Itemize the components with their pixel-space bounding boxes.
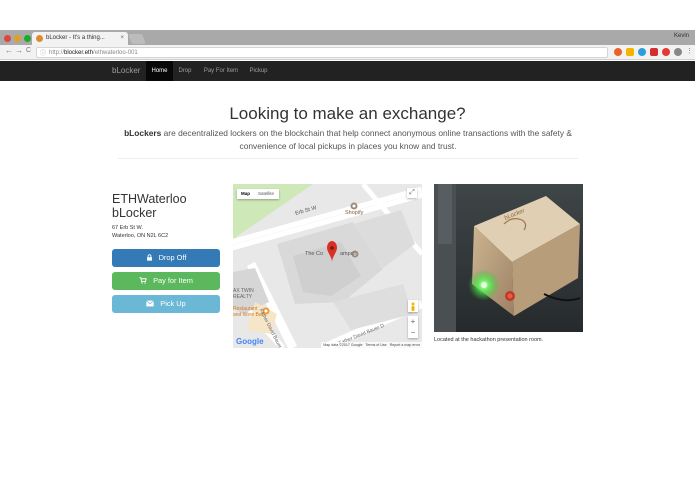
forward-button[interactable]: → (15, 46, 23, 55)
cart-icon (139, 277, 147, 284)
locker-photo: bLocker (434, 184, 583, 332)
locker-name: ETHWaterloo bLocker (112, 192, 187, 220)
tab-close-icon[interactable]: × (120, 32, 124, 45)
extension-pocket-icon[interactable] (662, 48, 670, 56)
pay-for-item-button[interactable]: Pay for Item (112, 272, 220, 290)
zoom-control: + − (408, 316, 418, 338)
locker-photo-image (434, 184, 583, 332)
locker-name-line2: bLocker (112, 206, 157, 220)
extension-chat-icon[interactable] (674, 48, 682, 56)
extension-star-icon[interactable] (626, 48, 634, 56)
place-campus[interactable]: The Co (305, 251, 323, 257)
window-close-icon[interactable] (4, 35, 11, 42)
url-scheme: http:// (49, 50, 65, 56)
map-data-text: Map data ©2017 Google (323, 343, 363, 347)
nav-pickup[interactable]: Pickup (246, 61, 271, 81)
pick-up-button[interactable]: Pick Up (112, 295, 220, 313)
place-campus-end: ampus (340, 251, 357, 257)
google-map[interactable]: Map Satellite ⤢ Erb St W Shopify The Co … (233, 184, 422, 348)
zoom-out-button[interactable]: − (408, 327, 418, 338)
page-margin-top (0, 0, 695, 30)
pay-for-item-label: Pay for Item (153, 276, 193, 285)
fullscreen-icon[interactable]: ⤢ (407, 188, 417, 198)
nav-home[interactable]: Home (146, 61, 173, 81)
url-host: blocker.eth (64, 50, 94, 56)
zoom-in-button[interactable]: + (408, 316, 418, 327)
back-button[interactable]: ← (5, 46, 13, 55)
window-minimize-icon[interactable] (14, 35, 21, 42)
envelope-icon (146, 300, 155, 307)
place-shopify[interactable]: Shopify (345, 210, 363, 216)
address-line1: 67 Erb St W. (112, 225, 143, 231)
extension-fox-icon[interactable] (614, 48, 622, 56)
label-realty: REALTY (233, 294, 253, 300)
hero-subtitle-text: are decentralized lockers on the blockch… (161, 128, 572, 151)
profile-name[interactable]: Kevin (674, 33, 689, 39)
divider (118, 158, 578, 159)
label-restaurant-line2: and Wine Bar (233, 312, 264, 318)
browser-tab[interactable]: bLocker - It's a thing... × (32, 32, 128, 45)
map-attribution-bar: Map data ©2017 Google Terms of Use Repor… (321, 342, 422, 348)
extension-abp-icon[interactable] (650, 48, 658, 56)
drop-off-button[interactable]: Drop Off (112, 249, 220, 267)
window-maximize-icon[interactable] (24, 35, 31, 42)
tab-title: bLocker - It's a thing... (46, 35, 105, 41)
brand-logo[interactable]: bLocker (112, 61, 140, 81)
url-path: /ethwaterloo-001 (93, 50, 138, 56)
site-navbar (0, 61, 695, 81)
map-type-satellite[interactable]: Satellite (258, 189, 274, 199)
drop-off-label: Drop Off (158, 253, 187, 262)
label-twin-realty: AX TWIN REALTY (233, 288, 254, 300)
address-line2: Waterloo, ON N2L 6C2 (112, 233, 169, 239)
info-icon[interactable]: ⓘ (40, 49, 46, 59)
favicon-icon (36, 35, 43, 42)
address-bar[interactable]: ⓘ http://blocker.eth/ethwaterloo-001 (36, 47, 608, 58)
hero-subtitle: bLockers are decentralized lockers on th… (118, 127, 578, 153)
nav-drop[interactable]: Drop (175, 61, 195, 81)
hero-subtitle-bold: bLockers (124, 128, 162, 138)
google-logo[interactable]: Google (236, 337, 264, 346)
extension-globe-icon[interactable] (638, 48, 646, 56)
lock-icon (146, 254, 152, 261)
pegman-icon[interactable] (408, 300, 418, 312)
nav-pay-for-item[interactable]: Pay For Item (200, 61, 242, 81)
map-type-control: Map Satellite (237, 189, 279, 199)
photo-caption: Located at the hackathon presentation ro… (434, 337, 544, 343)
hero-title: Looking to make an exchange? (229, 104, 466, 123)
label-restaurant[interactable]: Restaurant and Wine Bar (233, 306, 263, 318)
map-canvas (233, 184, 422, 348)
terms-link[interactable]: Terms of Use (365, 343, 386, 347)
locker-address: 67 Erb St W. Waterloo, ON N2L 6C2 (112, 224, 168, 240)
locker-name-line1: ETHWaterloo (112, 192, 187, 206)
pick-up-label: Pick Up (160, 299, 186, 308)
report-map-error-link[interactable]: Report a map error (390, 343, 420, 347)
map-type-map[interactable]: Map (241, 189, 250, 199)
reload-button[interactable]: C (26, 47, 31, 54)
menu-icon[interactable]: ⋮ (686, 47, 693, 55)
